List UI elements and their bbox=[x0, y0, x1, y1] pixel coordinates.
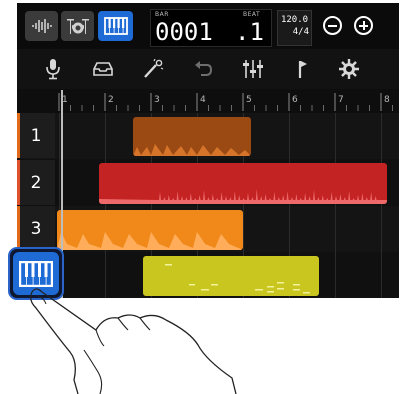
tapping-hand-illustration bbox=[30, 288, 237, 394]
